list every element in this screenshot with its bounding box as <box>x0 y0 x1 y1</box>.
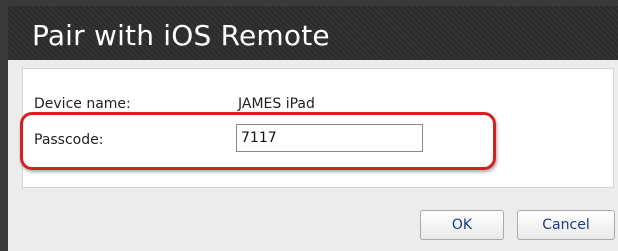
device-name-label: Device name: <box>34 96 131 112</box>
ok-button[interactable]: OK <box>420 210 504 240</box>
dialog-title: Pair with iOS Remote <box>32 19 330 52</box>
device-name-value: JAMES iPad <box>238 96 315 112</box>
passcode-label: Passcode: <box>34 132 104 148</box>
dialog-titlebar: Pair with iOS Remote <box>8 6 618 60</box>
passcode-input[interactable] <box>236 124 423 152</box>
cancel-button[interactable]: Cancel <box>517 210 615 240</box>
